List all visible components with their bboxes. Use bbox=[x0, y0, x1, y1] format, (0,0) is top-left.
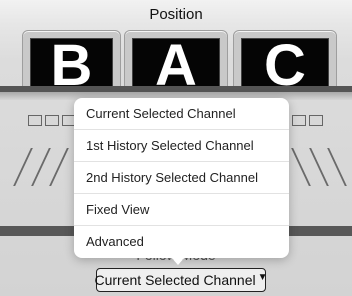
follow-mode-select[interactable]: Current Selected Channel ▼ bbox=[94, 268, 268, 292]
follow-mode-dropdown: Current Selected Channel 1st History Sel… bbox=[74, 98, 289, 258]
follow-mode-selected-value: Current Selected Channel bbox=[94, 272, 256, 288]
menu-item-1st-history-selected-channel[interactable]: 1st History Selected Channel bbox=[74, 130, 289, 162]
menu-item-advanced[interactable]: Advanced bbox=[74, 226, 289, 258]
right-stair-blocks bbox=[292, 115, 323, 127]
right-slope-decoration bbox=[290, 148, 352, 200]
page-title: Position bbox=[149, 6, 203, 23]
menu-item-2nd-history-selected-channel[interactable]: 2nd History Selected Channel bbox=[74, 162, 289, 194]
caret-down-icon: ▼ bbox=[257, 271, 268, 283]
menu-item-current-selected-channel[interactable]: Current Selected Channel bbox=[74, 98, 289, 130]
menu-item-fixed-view[interactable]: Fixed View bbox=[74, 194, 289, 226]
position-stage: Position B A C Follow Mode Current Selec… bbox=[0, 0, 352, 296]
camera-label-b: B bbox=[30, 37, 113, 95]
camera-tile-c[interactable]: C bbox=[233, 30, 337, 95]
camera-tile-b[interactable]: B bbox=[22, 30, 121, 95]
camera-tile-a[interactable]: A bbox=[124, 30, 228, 95]
camera-label-a: A bbox=[132, 37, 220, 95]
dropdown-pointer-arrow bbox=[170, 256, 186, 265]
camera-label-c: C bbox=[241, 37, 329, 95]
